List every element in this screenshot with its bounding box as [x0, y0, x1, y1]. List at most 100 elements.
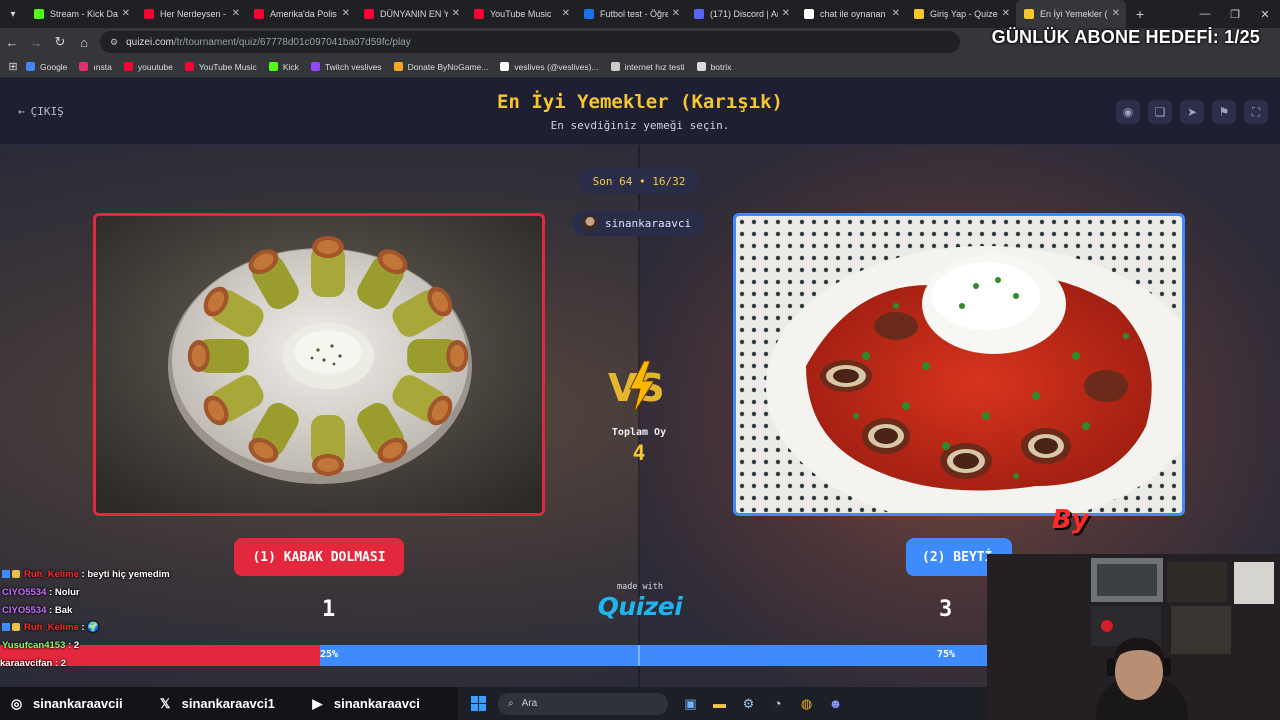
- bookmark-item[interactable]: Google: [26, 62, 67, 72]
- chat-line: CIYO5534 : Bak: [2, 605, 73, 616]
- reload-icon[interactable]: ↻: [48, 28, 72, 56]
- url-field[interactable]: ⚙ quizei.com/tr/tournament/quiz/67778d01…: [100, 31, 960, 53]
- maximize-icon[interactable]: ❐: [1220, 0, 1250, 28]
- youtube-icon: ▶: [312, 695, 323, 711]
- bookmark-item[interactable]: internet hız testi: [610, 61, 685, 72]
- taskbar-photos-icon[interactable]: ▣: [676, 696, 705, 712]
- browser-tab[interactable]: (171) Discord | Arkadaşlar ✕: [686, 0, 796, 28]
- tab-favicon-icon: [254, 9, 264, 19]
- creator-pill[interactable]: sinankaraavci: [572, 210, 706, 236]
- back-icon[interactable]: ←: [0, 28, 24, 56]
- bookmark-label: veslives (@veslives)...: [514, 61, 599, 72]
- chat-user: CIYO5534: [2, 605, 47, 616]
- taskbar-steam-icon[interactable]: ⚙: [734, 696, 763, 712]
- bookmark-label: youutube: [137, 61, 173, 72]
- share-icon[interactable]: ➤: [1180, 100, 1204, 124]
- search-icon: ⌕: [508, 698, 514, 709]
- tab-close-icon[interactable]: ✕: [1002, 8, 1010, 19]
- round-indicator: Son 64 • 16/32: [578, 168, 700, 194]
- browser-tab[interactable]: YouTube Music ✕: [466, 0, 576, 28]
- beyti-image: [736, 216, 1182, 513]
- windows-start-icon[interactable]: [458, 696, 498, 711]
- tab-close-icon[interactable]: ✕: [232, 8, 240, 19]
- webcam-overlay: [987, 554, 1280, 720]
- tab-title: En İyi Yemekler (Karışık): [1040, 9, 1108, 19]
- quiz-title: En İyi Yemekler (Karışık): [497, 91, 783, 113]
- bookmark-item[interactable]: youutube: [123, 61, 173, 72]
- bookmark-label: botrix: [710, 61, 732, 72]
- minimize-icon[interactable]: —: [1190, 0, 1220, 28]
- site-info-icon[interactable]: ⚙: [110, 37, 118, 48]
- bookmark-favicon-icon: [123, 62, 133, 71]
- tab-close-icon[interactable]: ✕: [562, 8, 570, 19]
- browser-tab[interactable]: Amerika'da Polis Kovalamaca ✕: [246, 0, 356, 28]
- taskbar-discord-icon[interactable]: ☻: [821, 696, 850, 711]
- taskbar-search[interactable]: ⌕ Ara: [498, 692, 668, 715]
- tab-close-icon[interactable]: ✕: [1112, 8, 1120, 19]
- browser-tab[interactable]: En İyi Yemekler (Karışık) ✕: [1016, 0, 1126, 28]
- browser-tab[interactable]: Giriş Yap - Quizei ✕: [906, 0, 1016, 28]
- tab-title: YouTube Music: [490, 9, 552, 19]
- bookmark-item[interactable]: veslives (@veslives)...: [500, 61, 599, 72]
- bookmark-item[interactable]: Twitch veslives: [310, 62, 382, 72]
- bookmark-item[interactable]: Donate ByNoGame...: [393, 61, 489, 72]
- tab-close-icon[interactable]: ✕: [452, 8, 460, 19]
- choice-2-vote-count: 3: [939, 597, 953, 622]
- bookmark-favicon-icon: [610, 62, 620, 71]
- tab-close-icon[interactable]: ✕: [782, 8, 790, 19]
- right-choice-image[interactable]: [733, 213, 1185, 516]
- browser-tab[interactable]: DÜNYANIN EN YAŞLI ✕: [356, 0, 466, 28]
- taskbar-chrome-icon[interactable]: ◍: [792, 696, 821, 712]
- tab-close-icon[interactable]: ✕: [672, 8, 680, 19]
- eye-icon[interactable]: ◉: [1116, 100, 1140, 124]
- tab-title: Amerika'da Polis Kovalamaca: [270, 9, 338, 19]
- taskbar-files-icon[interactable]: ▬: [705, 696, 734, 711]
- bookmark-item[interactable]: ınsta: [79, 62, 112, 72]
- creator-username: sinankaraavci: [605, 216, 692, 230]
- quizei-logo[interactable]: Quizei: [590, 592, 690, 621]
- social-x: 𝕏 sinankaraavci1: [157, 695, 275, 712]
- bookmark-item[interactable]: YouTube Music: [184, 62, 257, 72]
- tab-search-icon[interactable]: ▾: [0, 0, 26, 28]
- tab-strip: Stream - Kick Dashboard✕Her Nerdeysen - …: [26, 0, 1126, 28]
- bookmark-label: Kick: [282, 61, 299, 72]
- tab-title: Her Nerdeysen - YouTube: [160, 9, 228, 19]
- bookmark-label: Donate ByNoGame...: [407, 61, 489, 72]
- choice-1-button[interactable]: (1) KABAK DOLMASI: [234, 538, 404, 576]
- quiz-subtitle: En sevdiğiniz yemeği seçin.: [550, 119, 730, 132]
- tab-close-icon[interactable]: ✕: [892, 8, 900, 19]
- bookmark-item[interactable]: botrix: [696, 61, 732, 72]
- forward-icon[interactable]: →: [24, 28, 48, 56]
- apps-grid-icon[interactable]: ⊞: [0, 60, 26, 73]
- total-votes-count: 4: [632, 441, 646, 465]
- quiz-header: ← ÇIKIŞ En İyi Yemekler (Karışık) En sev…: [0, 79, 1280, 145]
- copy-icon[interactable]: ❏: [1148, 100, 1172, 124]
- tab-close-icon[interactable]: ✕: [342, 8, 350, 19]
- close-icon[interactable]: ✕: [1250, 0, 1280, 28]
- home-icon[interactable]: ⌂: [72, 28, 96, 56]
- taskbar-obs-icon[interactable]: ◔: [763, 696, 792, 711]
- made-with-label: made with: [616, 582, 664, 592]
- left-percentage: 25%: [320, 649, 339, 660]
- tab-favicon-icon: [804, 9, 814, 19]
- tab-title: (171) Discord | Arkadaşlar: [710, 9, 778, 19]
- tab-favicon-icon: [584, 9, 594, 19]
- left-choice-image[interactable]: [93, 213, 545, 516]
- avatar: [582, 215, 598, 231]
- flag-icon[interactable]: ⚑: [1212, 100, 1236, 124]
- new-tab-button[interactable]: +: [1126, 6, 1154, 22]
- total-votes-label: Toplam Oy: [611, 427, 667, 438]
- tab-close-icon[interactable]: ✕: [122, 8, 130, 19]
- browser-tab[interactable]: Stream - Kick Dashboard ✕: [26, 0, 136, 28]
- bookmark-label: internet hız testi: [624, 61, 685, 72]
- browser-tab[interactable]: Futbol test - Öğrenme ✕: [576, 0, 686, 28]
- bookmark-item[interactable]: Kick: [268, 61, 299, 72]
- fullscreen-icon[interactable]: ⛶: [1244, 100, 1268, 124]
- subscriber-goal-overlay: GÜNLÜK ABONE HEDEFİ: 1/25: [991, 27, 1260, 47]
- social-youtube: ▶ sinankaraavci: [309, 695, 420, 712]
- bookmark-favicon-icon: [393, 62, 403, 71]
- taskbar-search-placeholder: Ara: [521, 698, 538, 709]
- browser-tab[interactable]: Her Nerdeysen - YouTube ✕: [136, 0, 246, 28]
- browser-tab[interactable]: chat ile oynanan oyunlar ✕: [796, 0, 906, 28]
- x-icon: 𝕏: [159, 695, 171, 711]
